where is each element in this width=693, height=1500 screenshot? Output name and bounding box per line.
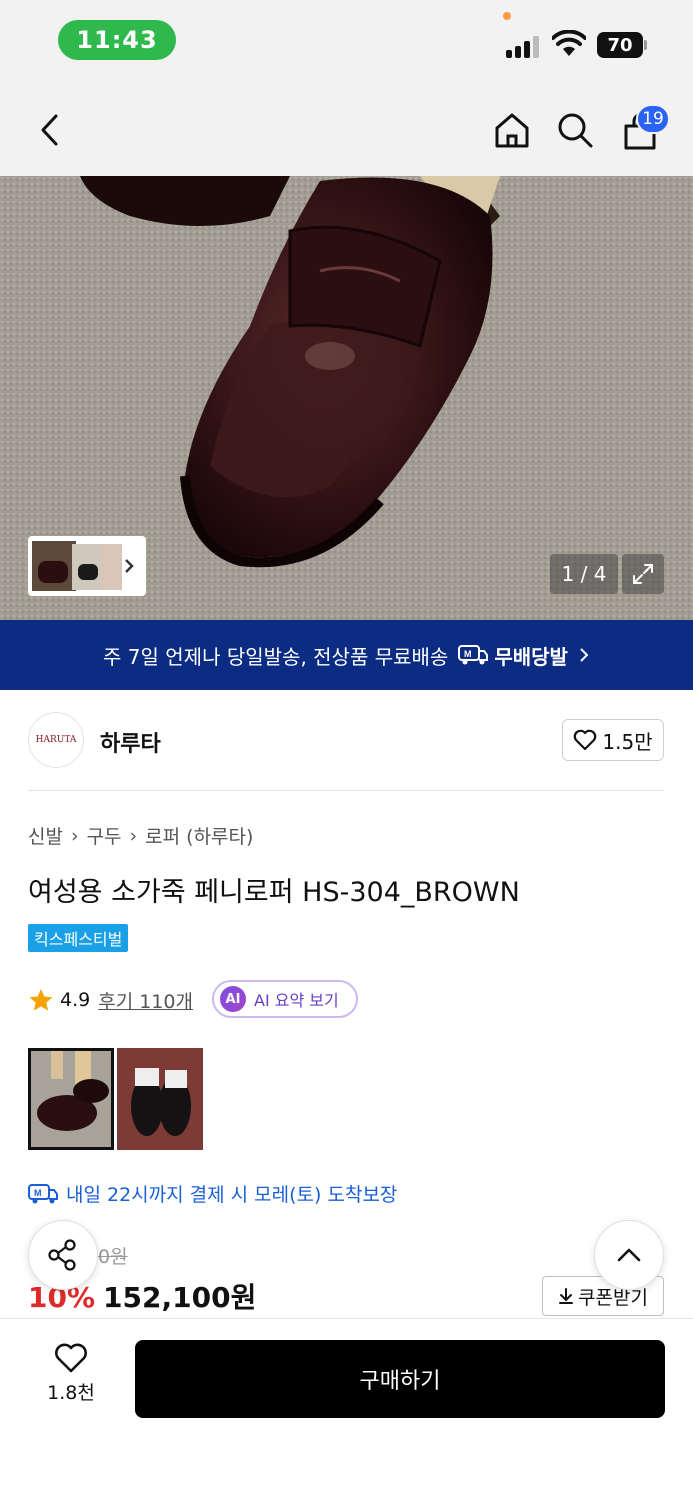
battery-cap [644,40,647,50]
scroll-top-button[interactable] [594,1220,664,1290]
privacy-indicator-dot [503,12,511,20]
buy-button[interactable]: 구매하기 [135,1340,665,1418]
delivery-guarantee[interactable]: M 내일 22시까지 결제 시 모레(토) 도착보장 [28,1180,397,1207]
banner-text: 주 7일 언제나 당일발송, 전상품 무료배송 [103,644,449,669]
color-option-thumbnail[interactable] [28,1048,114,1150]
home-icon [495,113,529,148]
cart-count-badge: 19 [636,104,670,134]
chevron-up-icon [617,1248,641,1262]
truck-m-icon: M [458,645,489,665]
breadcrumb-item[interactable]: 구두 [87,822,122,849]
store-name[interactable]: 하루타 [100,726,161,758]
store-logo-text: HARUTA [35,735,77,745]
color-option-thumbnail[interactable] [117,1048,203,1150]
share-icon [48,1239,76,1271]
chevron-right-icon: › [129,824,138,847]
event-tag: 킥스페스티벌 [28,924,129,952]
ai-summary-label: AI 요약 보기 [254,991,339,1010]
back-button[interactable] [28,108,72,152]
wishlist-count: 1.8천 [47,1382,95,1404]
expand-image-button[interactable] [622,554,664,594]
chevron-right-icon [125,559,134,573]
svg-text:M: M [464,649,472,659]
star-icon [29,989,53,1011]
store-like-button[interactable]: 1.5만 [562,719,664,761]
store-logo[interactable]: HARUTA [28,712,84,768]
original-price: 0원 [98,1246,128,1268]
image-counter: 1 / 4 [550,554,618,594]
ai-summary-button[interactable]: AI AI 요약 보기 [212,980,358,1018]
chevron-left-icon [41,114,58,146]
banner-brand-label: 무배당발 [494,644,568,669]
chevron-right-icon [580,648,589,662]
svg-text:M: M [34,1188,42,1198]
divider [28,790,664,791]
rating-value: 4.9 [60,989,91,1011]
home-button[interactable] [490,108,534,152]
status-time: 11:43 [58,20,176,60]
search-button[interactable] [553,108,597,152]
breadcrumb-item[interactable]: 신발 [28,822,63,849]
rating-row: 4.9 후기 110개 [28,982,193,1018]
chevron-right-icon: › [70,824,79,847]
store-like-count: 1.5만 [602,729,653,754]
breadcrumb-item[interactable]: 로퍼 (하루타) [145,822,253,849]
shipping-banner[interactable]: 주 7일 언제나 당일발송, 전상품 무료배송 M 무배당발 [0,620,693,690]
ai-badge-icon: AI [220,986,246,1012]
review-link[interactable]: 후기 110개 [98,987,193,1014]
gallery-thumbnail-strip[interactable] [28,536,146,596]
share-button[interactable] [28,1220,98,1290]
heart-icon [574,729,597,751]
battery-indicator: 70 [597,32,643,58]
sale-price: 152,100원 [103,1281,257,1314]
banner-brand: M 무배당발 [458,641,568,670]
heart-icon [55,1343,87,1373]
search-icon [558,113,593,148]
wifi-icon [551,29,587,58]
truck-m-icon: M [28,1183,58,1203]
cellular-signal-icon [506,34,542,58]
download-icon [559,1288,574,1304]
breadcrumb: 신발 › 구두 › 로퍼 (하루타) [28,822,253,849]
delivery-text: 내일 22시까지 결제 시 모레(토) 도착보장 [66,1184,398,1206]
expand-icon [633,564,653,584]
wishlist-button[interactable]: 1.8천 [36,1342,106,1412]
product-title: 여성용 소가죽 페니로퍼 HS-304_BROWN [28,877,520,908]
